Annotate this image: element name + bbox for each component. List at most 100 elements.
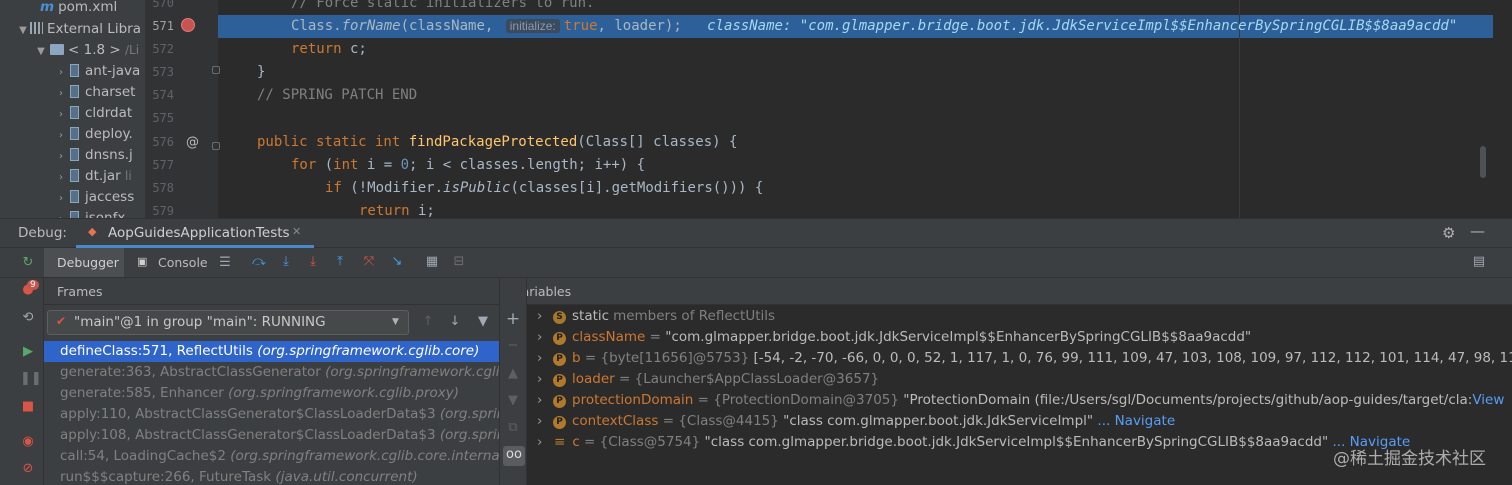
step-over-icon[interactable]: ⤼: [251, 254, 267, 270]
frame-row[interactable]: call:54, LoadingCache$2 (org.springframe…: [44, 446, 509, 467]
chevron-right-icon[interactable]: ›: [54, 104, 68, 125]
move-up-icon[interactable]: ▲: [505, 366, 521, 382]
frame-row[interactable]: apply:110, AbstractClassGenerator$ClassL…: [44, 404, 514, 425]
fold-icon[interactable]: [212, 66, 220, 74]
variable-name: static: [572, 308, 610, 324]
variable-type: {Launcher$AppClassLoader@3657}: [634, 371, 880, 387]
variable-row[interactable]: › ≡ c = {Class@5754} "class com.glmapper.b…: [537, 432, 1410, 453]
jar-icon: [70, 211, 79, 218]
variable-link[interactable]: ... Navigate: [1097, 413, 1175, 429]
layout-icon[interactable]: ▤: [1471, 254, 1487, 270]
remove-watch-icon[interactable]: −: [505, 338, 521, 354]
pause-icon[interactable]: ❚❚: [20, 371, 42, 387]
variable-row[interactable]: › Ploader = {Launcher$AppClassLoader@3657…: [537, 369, 879, 390]
chevron-right-icon[interactable]: ›: [54, 146, 68, 167]
jar-icon: [70, 85, 79, 98]
editor-scrollbar[interactable]: [1480, 146, 1486, 178]
parameter-icon: P: [553, 416, 566, 429]
variable-row[interactable]: › PcontextClass = {Class@4415} "class com…: [537, 411, 1175, 432]
chevron-right-icon[interactable]: ›: [54, 62, 68, 83]
tab-console[interactable]: Console: [158, 255, 208, 270]
list-icon[interactable]: ☰: [217, 255, 233, 271]
variable-value: "class com.glmapper.boot.jdk.JdkServiceI…: [783, 413, 1098, 429]
copy-icon[interactable]: ⧉: [505, 420, 521, 436]
fold-icon[interactable]: [212, 142, 220, 150]
frame-row[interactable]: apply:108, AbstractClassGenerator$ClassL…: [44, 425, 505, 446]
show-watches-toggle[interactable]: oo: [503, 446, 525, 466]
chevron-down-icon[interactable]: ▼: [34, 41, 48, 62]
parameter-hint: initialize:: [505, 19, 560, 33]
force-step-into-icon[interactable]: ⤓: [305, 254, 321, 270]
tree-item-jar[interactable]: › dt.jar li: [54, 166, 132, 187]
variable-row[interactable]: › PclassName = "com.glmapper.bridge.boot.…: [537, 327, 1251, 348]
line-number: 576: [152, 135, 174, 149]
inline-debug-value: className: "com.glmapper.bridge.boot.jdk…: [707, 18, 1458, 34]
chevron-right-icon[interactable]: ›: [537, 411, 549, 432]
variable-type: {byte[11656]@5753}: [600, 350, 754, 366]
frame-row[interactable]: run$$$capture:266, FutureTask (java.util…: [44, 467, 499, 485]
frame-row[interactable]: generate:585, Enhancer (org.springframew…: [44, 383, 499, 404]
tree-item-pom[interactable]: m pom.xml: [40, 0, 117, 18]
variable-eq: =: [580, 350, 601, 366]
step-out-icon[interactable]: ⤒: [332, 254, 348, 270]
chevron-right-icon[interactable]: ›: [537, 348, 549, 369]
arrow-down-icon[interactable]: ↓: [447, 314, 463, 330]
step-into-icon[interactable]: ⤓: [278, 254, 294, 270]
move-down-icon[interactable]: ▼: [505, 393, 521, 409]
trace-icon[interactable]: ⊟: [451, 254, 467, 270]
variable-row[interactable]: › Sstatic members of ReflectUtils: [537, 306, 775, 327]
tree-item-external-libraries[interactable]: ▼ External Libra: [16, 19, 141, 40]
tree-item-jar[interactable]: › jaccess: [54, 187, 134, 208]
jar-icon: [70, 106, 79, 119]
chevron-right-icon[interactable]: ›: [537, 390, 549, 411]
minimize-icon[interactable]: —: [1470, 222, 1485, 240]
resume-icon[interactable]: ▶: [20, 344, 36, 360]
filter-icon[interactable]: ▼: [475, 314, 491, 330]
tree-item-jar[interactable]: ›jsonfx: [54, 208, 125, 218]
checkmark-icon: ✔: [56, 314, 67, 328]
tree-item-jar[interactable]: › deploy.: [54, 124, 133, 145]
tab-debug-session[interactable]: ◆ AopGuidesApplicationTests ✕: [76, 219, 314, 248]
chevron-right-icon[interactable]: ›: [54, 209, 68, 218]
variable-name: loader: [572, 371, 615, 387]
tree-item-jar[interactable]: › dnsns.j: [54, 145, 133, 166]
tab-debugger[interactable]: Debugger: [44, 248, 124, 277]
code-line-572: return c;: [291, 41, 367, 57]
evaluate-expression-icon[interactable]: ▦: [424, 254, 440, 270]
drop-frame-icon[interactable]: ⤧: [361, 254, 377, 270]
chevron-right-icon[interactable]: ›: [54, 83, 68, 104]
breakpoint-icon[interactable]: [181, 18, 195, 32]
gear-icon[interactable]: ⚙: [1442, 224, 1455, 242]
tree-item-jar[interactable]: › cldrdat: [54, 103, 132, 124]
chevron-right-icon[interactable]: ›: [54, 167, 68, 188]
frame-row[interactable]: defineClass:571, ReflectUtils (org.sprin…: [44, 341, 499, 362]
thread-select[interactable]: ✔ "main"@1 in group "main": RUNNING ▼: [47, 310, 409, 335]
run-to-cursor-icon[interactable]: ↘: [389, 254, 405, 270]
mute-breakpoints-icon[interactable]: ⊘: [20, 461, 36, 477]
tree-item-jdk[interactable]: ▼ < 1.8 > /Li: [34, 40, 139, 61]
variable-row[interactable]: › Pb = {byte[11656]@5753} [-54, -2, -70, …: [537, 348, 1512, 369]
chevron-right-icon[interactable]: ›: [537, 432, 549, 453]
chevron-right-icon[interactable]: ›: [54, 188, 68, 209]
chevron-down-icon[interactable]: ▼: [16, 20, 30, 41]
add-watch-icon[interactable]: +: [505, 311, 521, 328]
view-breakpoints-icon[interactable]: ◉: [20, 434, 36, 450]
tree-item-jar[interactable]: › ant-java: [54, 61, 140, 82]
arrow-up-icon[interactable]: ↑: [420, 314, 436, 330]
chevron-right-icon[interactable]: ›: [54, 125, 68, 146]
variable-link[interactable]: View: [1472, 392, 1504, 408]
close-icon[interactable]: ✕: [292, 225, 301, 238]
tree-item-jar[interactable]: › charset: [54, 82, 135, 103]
chevron-right-icon[interactable]: ›: [537, 306, 549, 327]
frame-row[interactable]: generate:363, AbstractClassGenerator (or…: [44, 362, 508, 383]
chevron-down-icon: ▼: [392, 317, 399, 327]
rerun-icon[interactable]: ↻: [20, 255, 36, 271]
chevron-right-icon[interactable]: ›: [537, 369, 549, 390]
variable-row[interactable]: › PprotectionDomain = {ProtectionDomain@3…: [537, 390, 1504, 411]
chevron-right-icon[interactable]: ›: [537, 327, 549, 348]
override-annotation-icon[interactable]: @: [186, 135, 199, 150]
maven-icon: m: [40, 0, 55, 15]
libraries-icon: [30, 22, 43, 34]
stop-icon[interactable]: ■: [20, 399, 36, 415]
restore-icon[interactable]: ⟲: [20, 310, 36, 326]
